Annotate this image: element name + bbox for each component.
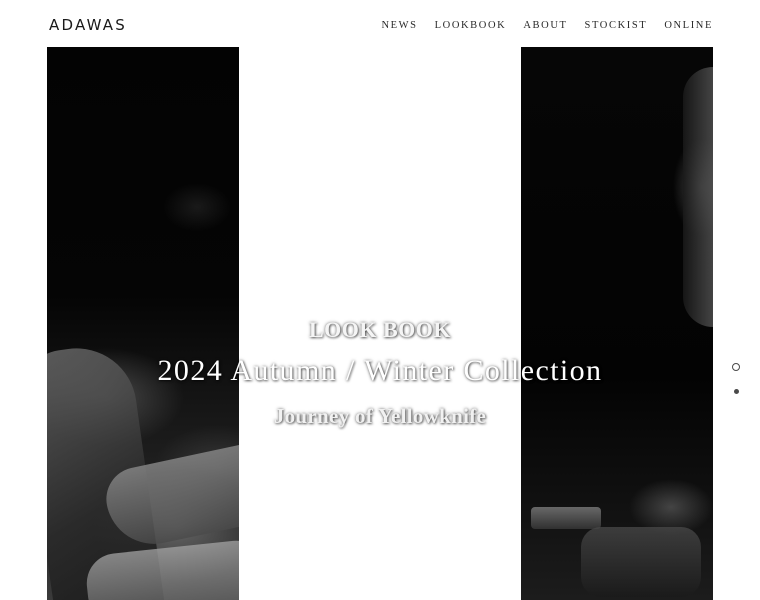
nav-item-about[interactable]: ABOUT <box>523 19 567 33</box>
photo-figure-detail <box>531 507 601 529</box>
photo-figure-face <box>683 67 713 327</box>
slider-dot[interactable] <box>734 389 739 394</box>
hero-eyebrow: LOOK BOOK <box>308 317 452 342</box>
photo-figure-body <box>581 527 701 597</box>
hero-title: 2024 Autumn / Winter Collection <box>157 354 603 387</box>
hero-subtitle: Journey of Yellowknife <box>273 404 487 428</box>
main-nav: NEWS LOOKBOOK ABOUT STOCKIST ONLINE <box>381 19 713 33</box>
nav-item-news[interactable]: NEWS <box>381 19 417 33</box>
nav-item-stockist[interactable]: STOCKIST <box>585 19 648 33</box>
slider-pagination <box>732 363 742 394</box>
slider-dot-active[interactable] <box>732 363 740 371</box>
nav-item-lookbook[interactable]: LOOKBOOK <box>435 19 507 33</box>
nav-item-online[interactable]: ONLINE <box>664 19 713 33</box>
site-logo[interactable]: ADAWAS <box>49 15 127 35</box>
